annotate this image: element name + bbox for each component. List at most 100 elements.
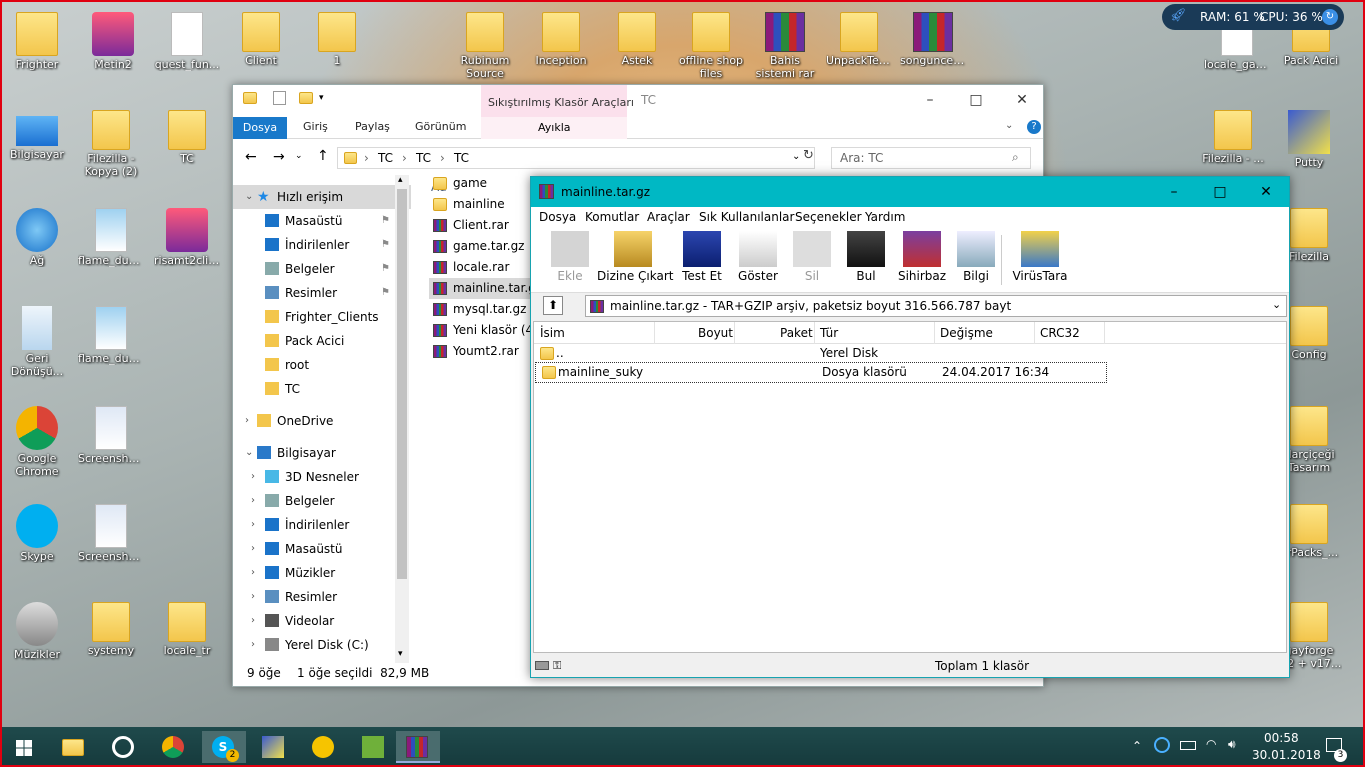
column-divider[interactable]: [654, 322, 655, 344]
help-icon[interactable]: ?: [1027, 120, 1041, 134]
nav-item[interactable]: ⌄ ★ Hızlı erişim: [233, 185, 411, 209]
nav-item[interactable]: Resimler ⚑: [233, 281, 411, 305]
menu-item[interactable]: Araçlar: [647, 210, 690, 224]
toolbar-button[interactable]: Ekle: [539, 231, 601, 289]
tab-dosya[interactable]: Dosya: [233, 117, 287, 139]
ccleaner-icon[interactable]: [1154, 737, 1170, 753]
breadcrumb-2[interactable]: TC: [416, 151, 431, 165]
pin-icon[interactable]: ⚑: [381, 209, 390, 233]
desktop-icon[interactable]: 1: [304, 8, 370, 88]
refresh-icon[interactable]: ↻: [1322, 9, 1338, 25]
collapse-icon[interactable]: ⌄: [245, 185, 253, 209]
close-button[interactable]: ✕: [999, 85, 1045, 115]
nav-item[interactable]: Pack Acici: [233, 329, 411, 353]
breadcrumb-3[interactable]: TC: [454, 151, 469, 165]
address-bar[interactable]: › TC › TC › TC ⌄: [337, 147, 815, 169]
tab-gorunum[interactable]: Görünüm: [415, 120, 466, 133]
refresh-icon[interactable]: ↻: [803, 148, 814, 163]
desktop-icon[interactable]: Metin2: [80, 8, 146, 88]
nav-item[interactable]: › Masaüstü: [233, 537, 411, 561]
desktop-icon[interactable]: flame_dun...: [78, 302, 144, 382]
nav-item[interactable]: › Belgeler: [233, 489, 411, 513]
nav-item[interactable]: › OneDrive: [233, 409, 411, 433]
desktop-icon[interactable]: Bahis sistemi rar: [752, 8, 818, 88]
toolbar-button[interactable]: Dizine Çıkart: [597, 231, 673, 289]
nav-item[interactable]: İndirilenler ⚑: [233, 233, 411, 257]
expand-icon[interactable]: ›: [251, 633, 255, 657]
nav-item[interactable]: › Yerel Disk (C:): [233, 633, 411, 657]
maximize-button[interactable]: □: [953, 85, 999, 115]
up-arrow-icon[interactable]: ↑: [317, 148, 329, 164]
file-item[interactable]: Client.rar: [429, 215, 539, 236]
desktop-icon[interactable]: Inception: [528, 8, 594, 88]
desktop-icon[interactable]: Bilgisayar: [4, 106, 70, 186]
expand-icon[interactable]: ›: [251, 561, 255, 585]
nav-item[interactable]: › Videolar: [233, 609, 411, 633]
toolbar-button[interactable]: Sihirbaz: [891, 231, 953, 289]
expand-ribbon-icon[interactable]: ⌄: [1005, 120, 1013, 131]
nav-item[interactable]: root: [233, 353, 411, 377]
column-divider[interactable]: [734, 322, 735, 344]
nav-item[interactable]: › 3D Nesneler: [233, 465, 411, 489]
forward-arrow-icon[interactable]: →: [273, 149, 285, 165]
collapse-icon[interactable]: ⌄: [245, 441, 253, 465]
toolbar-button[interactable]: Bul: [835, 231, 897, 289]
nav-item[interactable]: › Resimler: [233, 585, 411, 609]
taskbar-putty[interactable]: [252, 731, 296, 763]
column-header[interactable]: Değişme: [940, 326, 993, 340]
scroll-down-icon[interactable]: ▾: [398, 649, 403, 659]
desktop-icon[interactable]: Google Chrome: [4, 402, 70, 482]
wifi-icon[interactable]: ◠: [1206, 737, 1216, 751]
column-divider[interactable]: [1034, 322, 1035, 344]
menu-item[interactable]: Sık Kullanılanlar: [699, 210, 794, 224]
properties-icon[interactable]: [273, 91, 286, 105]
desktop-icon[interactable]: Skype: [4, 500, 70, 580]
file-item[interactable]: game: [429, 173, 539, 194]
desktop-icon[interactable]: Filezilla - ...: [1200, 106, 1266, 186]
show-hidden-icons[interactable]: ⌃: [1132, 739, 1142, 753]
toolbar-button[interactable]: Sil: [781, 231, 843, 289]
column-header[interactable]: CRC32: [1040, 326, 1080, 340]
nav-item[interactable]: ⌄ Bilgisayar: [233, 441, 411, 465]
taskbar-winrar[interactable]: [396, 731, 440, 763]
taskbar-notepad[interactable]: [352, 731, 396, 763]
path-dropdown-icon[interactable]: ⌄: [1272, 298, 1281, 311]
desktop-icon[interactable]: UnpackTer...: [826, 8, 892, 88]
new-folder-icon[interactable]: [299, 92, 313, 104]
desktop-icon[interactable]: risamt2clie...: [154, 204, 220, 284]
scroll-up-icon[interactable]: ▴: [398, 175, 403, 185]
context-subtab[interactable]: Ayıkla: [481, 117, 627, 139]
desktop-icon[interactable]: TC: [154, 106, 220, 186]
clock-time[interactable]: 00:58: [1264, 731, 1299, 745]
desktop-icon[interactable]: Astek: [604, 8, 670, 88]
desktop-icon[interactable]: Putty: [1276, 106, 1342, 186]
column-divider[interactable]: [814, 322, 815, 344]
taskbar-skype[interactable]: S 2: [202, 731, 246, 763]
desktop-icon[interactable]: systemy: [78, 598, 144, 678]
column-divider[interactable]: [934, 322, 935, 344]
desktop-icon[interactable]: Screenshot...: [78, 500, 144, 580]
breadcrumb-1[interactable]: TC: [378, 151, 393, 165]
menu-item[interactable]: Yardım: [865, 210, 905, 224]
taskbar-chrome[interactable]: [152, 731, 196, 763]
desktop-icon[interactable]: locale_tr: [154, 598, 220, 678]
file-item[interactable]: mysql.tar.gz: [429, 299, 539, 320]
expand-icon[interactable]: ›: [245, 409, 249, 433]
address-dropdown-icon[interactable]: ⌄: [792, 151, 800, 162]
toolbar-button[interactable]: Test Et: [671, 231, 733, 289]
minimize-button[interactable]: –: [907, 85, 953, 115]
winrar-minimize-button[interactable]: –: [1151, 177, 1197, 207]
desktop-icon[interactable]: flame_dun...: [78, 204, 144, 284]
pin-icon[interactable]: ⚑: [381, 233, 390, 257]
expand-icon[interactable]: ›: [251, 585, 255, 609]
archive-row[interactable]: mainline_suky Dosya klasörü 24.04.2017 16:…: [535, 362, 1107, 383]
archive-path-field[interactable]: mainline.tar.gz - TAR+GZIP arşiv, pakets…: [585, 295, 1287, 317]
desktop-icon[interactable]: Screenshot...: [78, 402, 144, 482]
toolbar-button[interactable]: VirüsTara: [1009, 231, 1071, 289]
desktop-icon[interactable]: Client: [228, 8, 294, 88]
desktop-icon[interactable]: Geri Dönüşü...: [4, 302, 70, 382]
system-monitor-widget[interactable]: 🚀︎ RAM: 61 % CPU: 36 % ↻: [1162, 4, 1344, 30]
desktop-icon[interactable]: Müzikler: [4, 598, 70, 678]
nav-item[interactable]: TC: [233, 377, 411, 401]
back-arrow-icon[interactable]: ←: [245, 149, 257, 165]
